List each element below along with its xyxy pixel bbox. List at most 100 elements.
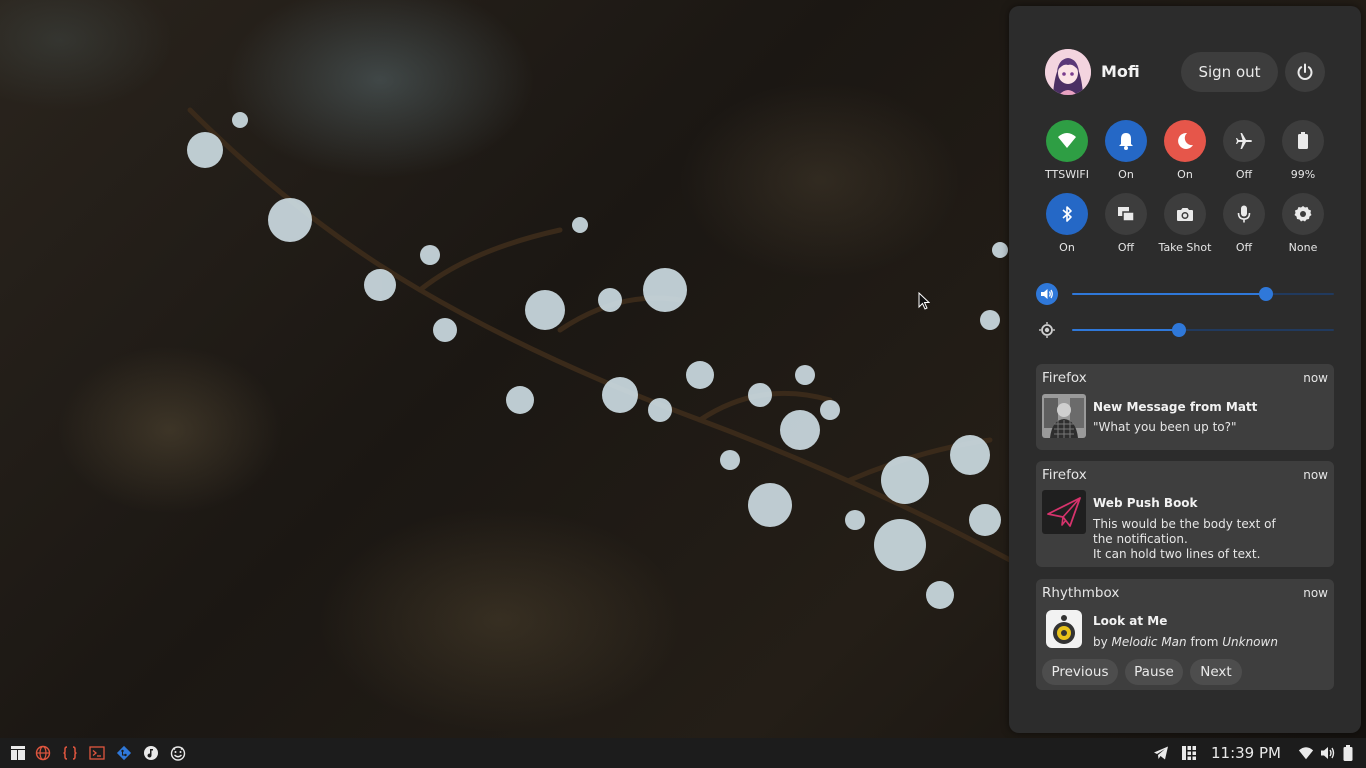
artist-name: Melodic Man [1111, 635, 1187, 649]
sign-out-button[interactable]: Sign out [1181, 52, 1278, 92]
notification-body: by Melodic Man from Unknown [1093, 635, 1278, 650]
toggle-microphone-circle[interactable] [1223, 193, 1265, 235]
notification-time: now [1303, 371, 1328, 385]
notification-time: now [1303, 468, 1328, 482]
web-browser-icon[interactable] [35, 745, 51, 761]
toggle-airplane-circle[interactable] [1223, 120, 1265, 162]
clock[interactable]: 11:39 PM [1211, 744, 1281, 762]
notification-time: now [1303, 586, 1328, 600]
brightness-slider-fill [1072, 329, 1180, 331]
toggle-display-label: Off [1117, 241, 1135, 254]
notification-body-line: It can hold two lines of text. [1093, 547, 1261, 561]
notification-app-name: Rhythmbox [1042, 585, 1120, 601]
toggle-night-light-circle[interactable] [1164, 120, 1206, 162]
volume-slider[interactable] [1072, 287, 1334, 301]
next-button[interactable]: Next [1190, 659, 1242, 685]
notification-app-name: Firefox [1042, 370, 1087, 386]
toggle-night-light-label: On [1177, 168, 1193, 181]
by-label: by [1093, 635, 1108, 649]
mouse-cursor-icon [918, 291, 931, 314]
toggle-notifications-circle[interactable] [1105, 120, 1147, 162]
notification-title: Look at Me [1093, 614, 1168, 628]
system-tray-status[interactable] [1294, 742, 1360, 764]
display-icon [1118, 207, 1135, 222]
quick-settings-panel: Mofi Sign out TTSWIFI On On Off 99% On O… [1009, 6, 1361, 733]
toggle-battery-label: 99% [1290, 168, 1316, 181]
toggle-bluetooth-circle[interactable] [1046, 193, 1088, 235]
album-name: Unknown [1222, 635, 1278, 649]
volume-slider-fill [1072, 293, 1266, 295]
volume-icon[interactable] [1036, 283, 1058, 305]
from-label: from [1190, 635, 1219, 649]
terminal-icon[interactable] [89, 745, 105, 761]
bluetooth-icon [1062, 206, 1072, 222]
code-editor-icon[interactable] [62, 745, 78, 761]
toggle-profile-circle[interactable] [1282, 193, 1324, 235]
notification-title: Web Push Book [1093, 496, 1198, 510]
avatar[interactable] [1045, 49, 1091, 95]
toggle-profile-label: None [1288, 241, 1318, 254]
toggle-battery-circle[interactable] [1282, 120, 1324, 162]
toggle-display-circle[interactable] [1105, 193, 1147, 235]
toggle-bluetooth[interactable]: On [1037, 193, 1097, 254]
music-player-icon[interactable] [143, 745, 159, 761]
notification-body: This would be the body text of the notif… [1093, 517, 1276, 562]
toggle-notifications-label: On [1118, 168, 1134, 181]
toggle-microphone-label: Off [1235, 241, 1253, 254]
previous-button[interactable]: Previous [1042, 659, 1118, 685]
toggle-airplane-mode[interactable]: Off [1214, 120, 1274, 181]
wifi-status-icon [1298, 745, 1314, 761]
git-client-icon[interactable] [116, 745, 132, 761]
user-row: Mofi Sign out [1045, 49, 1325, 95]
battery-status-icon [1340, 745, 1356, 761]
notification-body-line: This would be the body text of [1093, 517, 1276, 531]
brightness-slider-handle[interactable] [1172, 323, 1187, 337]
brightness-icon[interactable] [1036, 319, 1058, 341]
toggle-bluetooth-label: On [1059, 241, 1075, 254]
notification-title: New Message from Matt [1093, 400, 1258, 414]
toggle-notifications[interactable]: On [1096, 120, 1156, 181]
layout-switcher-icon[interactable] [1181, 745, 1197, 761]
microphone-icon [1237, 205, 1251, 223]
toggle-microphone[interactable]: Off [1214, 193, 1274, 254]
app-menu-icon[interactable] [10, 745, 26, 761]
notification-body-line: the notification. [1093, 532, 1188, 546]
toggle-wifi[interactable]: TTSWIFI [1037, 120, 1097, 181]
notification-app-name: Firefox [1042, 467, 1087, 483]
notification-firefox-message[interactable]: Firefox now New Message from Matt "What … [1036, 364, 1334, 450]
notification-thumbnail [1042, 394, 1086, 438]
power-button[interactable] [1285, 52, 1325, 92]
volume-slider-row [1036, 282, 1334, 306]
toggle-screenshot[interactable]: Take Shot [1155, 193, 1215, 254]
toggle-night-light[interactable]: On [1155, 120, 1215, 181]
volume-status-icon [1320, 745, 1336, 761]
brightness-slider-row [1036, 318, 1334, 342]
speaker-icon [1044, 609, 1084, 649]
pause-button[interactable]: Pause [1125, 659, 1183, 685]
bell-icon [1119, 133, 1133, 150]
toggle-screenshot-label: Take Shot [1158, 241, 1212, 254]
battery-icon [1298, 132, 1308, 149]
notification-firefox-webpush[interactable]: Firefox now Web Push Book This would be … [1036, 461, 1334, 567]
volume-slider-handle[interactable] [1258, 287, 1273, 301]
toggle-battery[interactable]: 99% [1273, 120, 1333, 181]
taskbar: 11:39 PM [0, 738, 1366, 768]
telegram-tray-icon[interactable] [1153, 745, 1169, 761]
power-icon [1297, 63, 1313, 80]
camera-icon [1177, 208, 1193, 221]
toggle-display[interactable]: Off [1096, 193, 1156, 254]
user-name: Mofi [1101, 62, 1140, 81]
emoji-picker-icon[interactable] [170, 745, 186, 761]
moon-icon [1178, 132, 1193, 149]
notification-body: "What you been up to?" [1093, 420, 1237, 434]
toggle-wifi-circle[interactable] [1046, 120, 1088, 162]
notification-rhythmbox-media[interactable]: Rhythmbox now Look at Me by Melodic Man … [1036, 579, 1334, 690]
media-controls: Previous Pause Next [1042, 659, 1322, 685]
settings-icon [1294, 206, 1312, 222]
toggle-wifi-label: TTSWIFI [1045, 168, 1089, 181]
toggle-screenshot-circle[interactable] [1164, 193, 1206, 235]
toggle-profile[interactable]: None [1273, 193, 1333, 254]
wifi-icon [1058, 133, 1076, 148]
airplane-icon [1236, 133, 1252, 149]
brightness-slider[interactable] [1072, 323, 1334, 337]
